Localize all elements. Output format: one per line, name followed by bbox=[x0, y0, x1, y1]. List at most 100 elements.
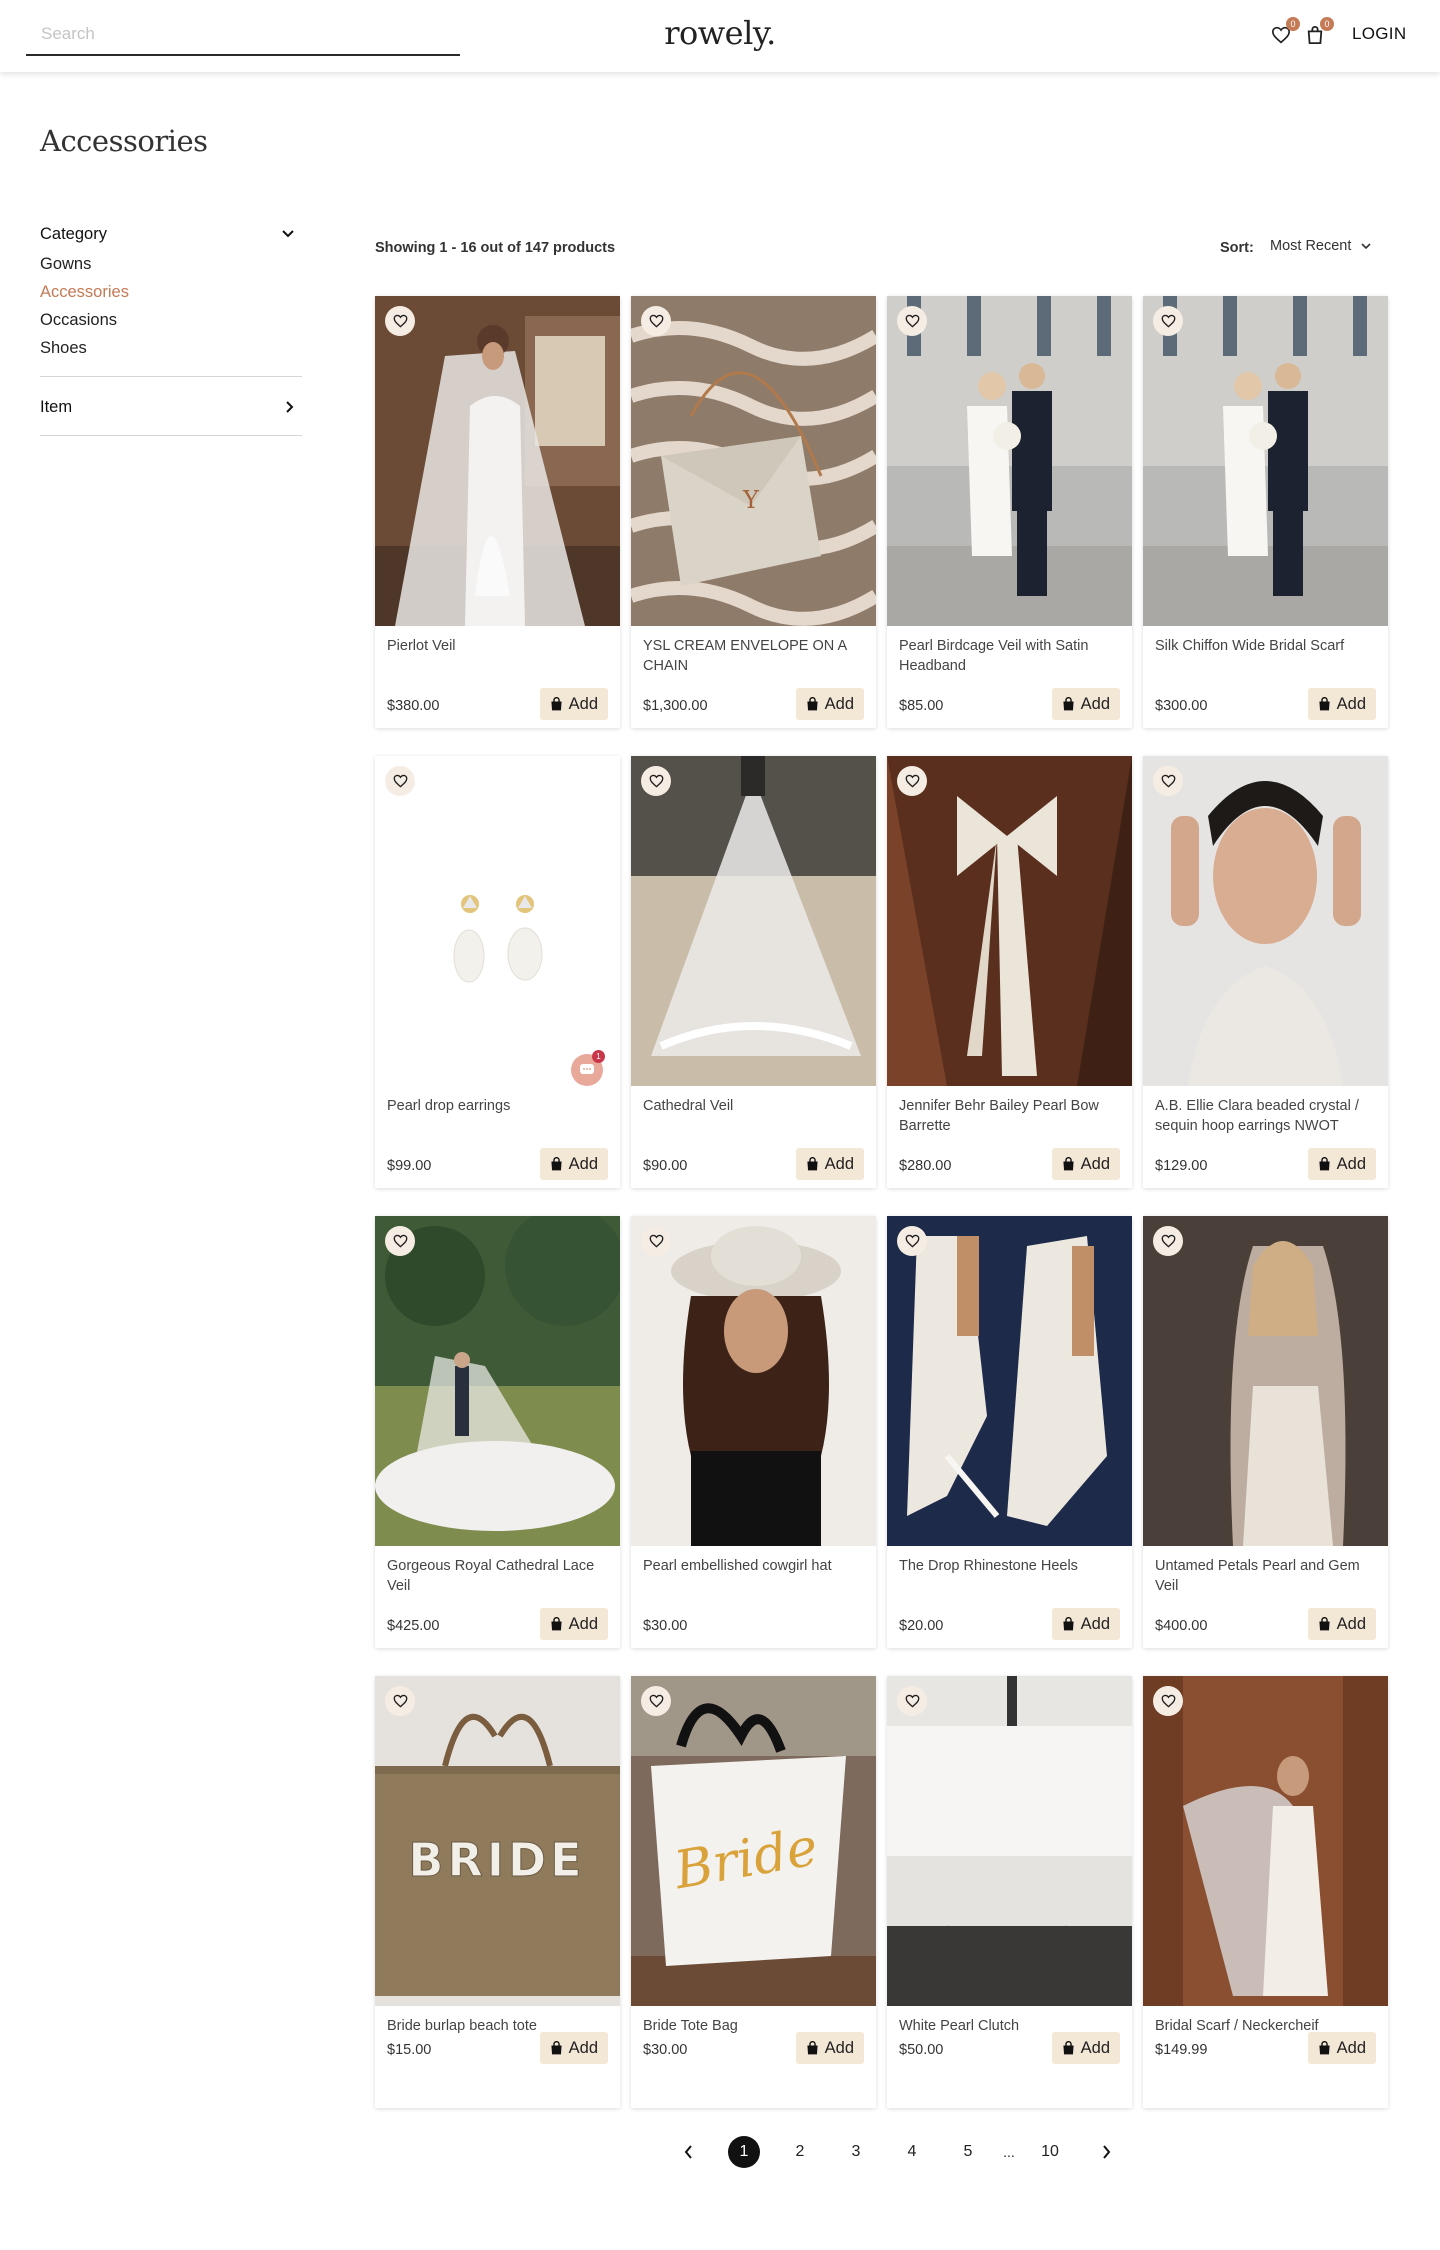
product-card[interactable]: Untamed Petals Pearl and Gem Veil $400.0… bbox=[1143, 1216, 1388, 1648]
site-header: rowely. 0 0 LOGIN bbox=[0, 0, 1440, 72]
favorite-button[interactable] bbox=[1153, 306, 1183, 336]
favorite-button[interactable] bbox=[897, 1686, 927, 1716]
favorite-button[interactable] bbox=[897, 766, 927, 796]
product-name[interactable]: Untamed Petals Pearl and Gem Veil bbox=[1155, 1556, 1377, 1596]
login-link[interactable]: LOGIN bbox=[1352, 24, 1406, 44]
product-card[interactable]: Silk Chiffon Wide Bridal Scarf $300.00 A… bbox=[1143, 296, 1388, 728]
search-input[interactable] bbox=[26, 16, 460, 52]
add-to-cart-button[interactable]: Add bbox=[1051, 2032, 1120, 2064]
heart-icon bbox=[1161, 1234, 1175, 1248]
product-image-cowgirl-hat[interactable] bbox=[631, 1216, 876, 1546]
product-image-pearl-earrings[interactable] bbox=[375, 756, 620, 1086]
product-name[interactable]: Silk Chiffon Wide Bridal Scarf bbox=[1155, 636, 1377, 656]
product-card[interactable]: A.B. Ellie Clara beaded crystal / sequin… bbox=[1143, 756, 1388, 1188]
item-filter-toggle[interactable]: Item bbox=[40, 395, 302, 419]
product-card[interactable]: Pearl Birdcage Veil with Satin Headband … bbox=[887, 296, 1132, 728]
add-to-cart-button[interactable]: Add bbox=[795, 688, 864, 720]
favorite-button[interactable] bbox=[641, 306, 671, 336]
wishlist-button[interactable]: 0 bbox=[1268, 17, 1300, 48]
category-item-occasions[interactable]: Occasions bbox=[40, 306, 302, 334]
product-card[interactable]: White Pearl Clutch $50.00 Add bbox=[887, 1676, 1132, 2108]
product-image-neckerchief[interactable] bbox=[1143, 1676, 1388, 2006]
product-image-cathedral-veil[interactable] bbox=[631, 756, 876, 1086]
favorite-button[interactable] bbox=[385, 766, 415, 796]
product-image-lace-veil[interactable] bbox=[375, 1216, 620, 1546]
product-name[interactable]: Pearl embellished cowgirl hat bbox=[643, 1556, 865, 1576]
product-name[interactable]: YSL CREAM ENVELOPE ON A CHAIN bbox=[643, 636, 865, 676]
add-to-cart-button[interactable]: Add bbox=[1307, 1148, 1376, 1180]
favorite-button[interactable] bbox=[1153, 766, 1183, 796]
prev-page-button[interactable] bbox=[672, 2136, 704, 2168]
add-to-cart-button[interactable]: Add bbox=[795, 1148, 864, 1180]
product-name[interactable]: Jennifer Behr Bailey Pearl Bow Barrette bbox=[899, 1096, 1121, 1136]
page-button-5[interactable]: 5 bbox=[952, 2136, 984, 2168]
add-to-cart-button[interactable]: Add bbox=[1051, 1608, 1120, 1640]
add-to-cart-button[interactable]: Add bbox=[795, 2032, 864, 2064]
add-to-cart-button[interactable]: Add bbox=[1307, 1608, 1376, 1640]
product-name[interactable]: Pearl drop earrings bbox=[387, 1096, 609, 1116]
page-button-10[interactable]: 10 bbox=[1034, 2136, 1066, 2168]
product-card[interactable]: The Drop Rhinestone Heels $20.00 Add bbox=[887, 1216, 1132, 1648]
product-image-burlap-tote[interactable]: BRIDE bbox=[375, 1676, 620, 2006]
favorite-button[interactable] bbox=[1153, 1226, 1183, 1256]
product-card[interactable]: Jennifer Behr Bailey Pearl Bow Barrette … bbox=[887, 756, 1132, 1188]
product-image-clutch[interactable]: Y bbox=[631, 296, 876, 626]
product-name[interactable]: The Drop Rhinestone Heels bbox=[899, 1556, 1121, 1576]
product-card[interactable]: BRIDE Bride burlap beach tote $15.00 Add bbox=[375, 1676, 620, 2108]
sidebar-divider bbox=[40, 376, 302, 377]
page-button-3[interactable]: 3 bbox=[840, 2136, 872, 2168]
product-card[interactable]: Cathedral Veil $90.00 Add bbox=[631, 756, 876, 1188]
favorite-button[interactable] bbox=[897, 1226, 927, 1256]
add-to-cart-button[interactable]: Add bbox=[1051, 688, 1120, 720]
product-image-veil[interactable] bbox=[375, 296, 620, 626]
product-card[interactable]: Pierlot Veil $380.00 Add bbox=[375, 296, 620, 728]
product-name[interactable]: Pearl Birdcage Veil with Satin Headband bbox=[899, 636, 1121, 676]
logo-text[interactable]: rowely. bbox=[664, 14, 776, 52]
product-name[interactable]: Gorgeous Royal Cathedral Lace Veil bbox=[387, 1556, 609, 1596]
category-item-gowns[interactable]: Gowns bbox=[40, 250, 302, 278]
favorite-button[interactable] bbox=[641, 1226, 671, 1256]
category-item-shoes[interactable]: Shoes bbox=[40, 334, 302, 362]
chat-widget-button[interactable]: 1 bbox=[571, 1050, 605, 1086]
favorite-button[interactable] bbox=[385, 1226, 415, 1256]
product-image-pearl-bow[interactable] bbox=[887, 756, 1132, 1086]
add-button-label: Add bbox=[1080, 1154, 1110, 1173]
product-image-hoop-earrings[interactable] bbox=[1143, 756, 1388, 1086]
favorite-button[interactable] bbox=[385, 306, 415, 336]
product-name[interactable]: Pierlot Veil bbox=[387, 636, 609, 656]
product-image-canvas-tote[interactable]: Bride bbox=[631, 1676, 876, 2006]
product-image-gem-veil[interactable] bbox=[1143, 1216, 1388, 1546]
add-to-cart-button[interactable]: Add bbox=[539, 1148, 608, 1180]
add-to-cart-button[interactable]: Add bbox=[1307, 2032, 1376, 2064]
product-name[interactable]: A.B. Ellie Clara beaded crystal / sequin… bbox=[1155, 1096, 1377, 1136]
favorite-button[interactable] bbox=[897, 306, 927, 336]
add-to-cart-button[interactable]: Add bbox=[539, 1608, 608, 1640]
product-image-rhinestone-heels[interactable] bbox=[887, 1216, 1132, 1546]
category-filter-toggle[interactable]: Category bbox=[40, 222, 302, 246]
product-card[interactable]: Bridal Scarf / Neckercheif $149.99 Add bbox=[1143, 1676, 1388, 2108]
add-to-cart-button[interactable]: Add bbox=[539, 2032, 608, 2064]
product-card[interactable]: 1 Pearl drop earrings $99.00 Add bbox=[375, 756, 620, 1188]
product-card[interactable]: Gorgeous Royal Cathedral Lace Veil $425.… bbox=[375, 1216, 620, 1648]
product-card[interactable]: Pearl embellished cowgirl hat $30.00 bbox=[631, 1216, 876, 1648]
add-to-cart-button[interactable]: Add bbox=[539, 688, 608, 720]
next-page-button[interactable] bbox=[1090, 2136, 1122, 2168]
product-image-pearl-clutch[interactable] bbox=[887, 1676, 1132, 2006]
cart-button[interactable]: 0 bbox=[1302, 17, 1334, 48]
sort-dropdown[interactable]: Most Recent bbox=[1270, 238, 1371, 254]
product-card[interactable]: Bride Bride Tote Bag $30.00 Add bbox=[631, 1676, 876, 2108]
page-button-4[interactable]: 4 bbox=[896, 2136, 928, 2168]
favorite-button[interactable] bbox=[1153, 1686, 1183, 1716]
page-button-2[interactable]: 2 bbox=[784, 2136, 816, 2168]
add-to-cart-button[interactable]: Add bbox=[1307, 688, 1376, 720]
favorite-button[interactable] bbox=[641, 1686, 671, 1716]
product-name[interactable]: Cathedral Veil bbox=[643, 1096, 865, 1116]
add-to-cart-button[interactable]: Add bbox=[1051, 1148, 1120, 1180]
page-button-1[interactable]: 1 bbox=[728, 2136, 760, 2168]
favorite-button[interactable] bbox=[641, 766, 671, 796]
product-card[interactable]: Y YSL CREAM ENVELOPE ON A CHAIN $1,300.0… bbox=[631, 296, 876, 728]
favorite-button[interactable] bbox=[385, 1686, 415, 1716]
product-image-birdcage-veil[interactable] bbox=[887, 296, 1132, 626]
category-item-accessories[interactable]: Accessories bbox=[40, 278, 302, 306]
product-image-bridal-scarf[interactable] bbox=[1143, 296, 1388, 626]
